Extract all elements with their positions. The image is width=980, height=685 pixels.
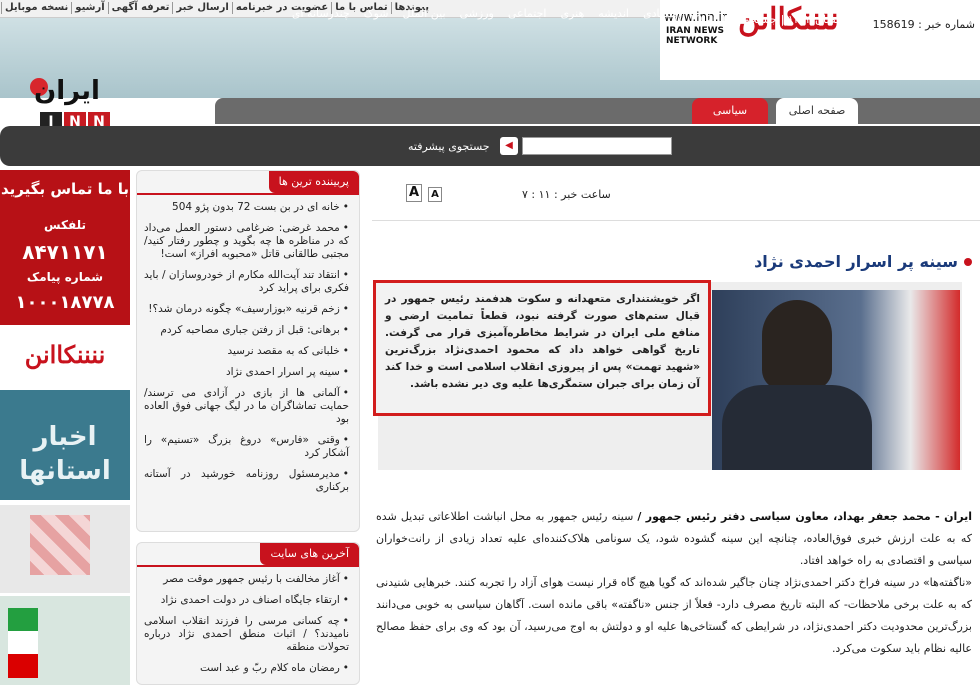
article-paragraph: ایران - محمد جعفر بهداد، معاون سیاسی دفت… [376, 506, 972, 572]
popular-news-item[interactable]: انتقاد تند آیت‌الله مکارم از خودروسازان … [144, 269, 349, 295]
popular-news-item[interactable]: مدیرمسئول روزنامه خورشید در آستانه برکنا… [144, 468, 349, 494]
popular-news-item[interactable]: سینه پر اسرار احمدی نژاد [144, 366, 349, 379]
popular-news-item[interactable]: خلبانی که به مقصد نرسید [144, 345, 349, 358]
nav-tab-international[interactable]: بین الملل [396, 7, 453, 20]
article-photo [712, 290, 960, 470]
date-search-bar [0, 126, 980, 166]
contact-ad[interactable]: با ما تماس بگیرید تلفکس ۸۴۷۱۱۷۱ شماره پی… [0, 170, 130, 325]
article-title: سینه پر اسرار احمدی نژاد [754, 252, 958, 271]
nav-tab-sports[interactable]: ورزشی [453, 7, 501, 20]
network-label: IRAN NEWS NETWORK [666, 26, 732, 46]
province-news-ad-top: ننننکاانن [0, 330, 130, 390]
article-body: ایران - محمد جعفر بهداد، معاون سیاسی دفت… [376, 506, 972, 660]
flag-ad[interactable] [0, 596, 130, 685]
font-decrease-button[interactable]: A [428, 187, 442, 202]
popular-news-box: پربیننده ترین ها خانه ای در بن بست 72 بد… [136, 170, 360, 532]
logo-iran-text[interactable]: ایران [34, 76, 100, 106]
sms-number: ۱۰۰۰۱۸۷۷۸ [15, 292, 115, 313]
top-link-mobile[interactable]: نسخه موبایل [0, 2, 71, 14]
latest-news-box: آخرین های سایت آغاز مخالفت با رئیس جمهور… [136, 542, 360, 685]
search-input[interactable] [522, 137, 672, 155]
network-line-1: IRAN NEWS [666, 26, 724, 36]
nav-tab-multimedia[interactable]: چندرسانه ای [285, 7, 357, 20]
latest-news-item[interactable]: آغاز مخالفت با رئیس جمهور موقت مصر [144, 573, 349, 586]
nav-tab-thought[interactable]: اندیشه [591, 7, 636, 20]
sms-label: شماره پیامک [26, 270, 104, 284]
article-paragraph: «ناگفته‌ها» در سینه فراخ دکتر احمدی‌نژاد… [376, 576, 972, 655]
nav-tab-social[interactable]: اجتماعی [501, 7, 554, 20]
font-increase-button[interactable]: A [406, 184, 422, 202]
latest-news-item[interactable]: چه کسانی مرسی را فرزند انقلاب اسلامی نام… [144, 615, 349, 654]
title-bullet-icon [964, 258, 972, 266]
top-link-archive[interactable]: آرشیو [71, 2, 107, 14]
nav-tab-art[interactable]: هنری [553, 7, 591, 20]
latest-news-item[interactable]: رمضان ماه کلام ربّ و عبد است [144, 662, 349, 675]
network-line-2: NETWORK [666, 36, 718, 46]
popular-news-item[interactable]: خانه ای در بن بست 72 بدون پژو 504 [144, 201, 349, 214]
top-link-ad-rates[interactable]: تعرفه آگهی [107, 2, 173, 14]
top-link-send-news[interactable]: ارسال خبر [172, 2, 231, 14]
article-lead-text: اگر خویشتنداری متعهدانه و سکوت هدفمند رئ… [385, 293, 700, 390]
province-ad-logo: ننننکاانن [24, 340, 106, 369]
nav-tab-politics[interactable]: سیاسی [692, 98, 768, 124]
iran-flag-image [8, 608, 38, 678]
meta-divider [372, 220, 980, 221]
main-nav [215, 98, 980, 124]
popular-news-item[interactable]: وقتی «فارس» دروغ بزرگ «تسنیم» را آشکار ک… [144, 434, 349, 460]
nav-tab-home[interactable]: صفحه اصلی [776, 98, 858, 124]
province-news-text: اخبار استانها [19, 422, 111, 486]
fax-label: تلفکس [44, 218, 86, 232]
search-arrow-icon[interactable]: ◀ [500, 137, 518, 155]
contact-ad-title: با ما تماس بگیرید [1, 180, 129, 198]
latest-news-title: آخرین های سایت [260, 543, 359, 565]
popular-news-title: پربیننده ترین ها [268, 171, 359, 193]
popular-news-item[interactable]: آلمانی ها از بازی در آزادی می ترسند/ حما… [144, 387, 349, 426]
advanced-search-link[interactable]: جستجوی پیشرفته [408, 140, 490, 153]
nav-items: اقتصادی اندیشه هنری اجتماعی ورزشی بین ال… [285, 0, 688, 26]
nav-tab-shock[interactable]: شوک [357, 7, 396, 20]
pixelated-ad-image [30, 515, 90, 575]
article-source: ایران - محمد جعفر بهداد، معاون سیاسی دفت… [637, 510, 972, 523]
news-time: ساعت خبر : ۱۱ : ۷ [522, 188, 611, 201]
photo-person-head [762, 300, 832, 390]
pixelated-ad[interactable] [0, 505, 130, 593]
article-lead-box: اگر خویشتنداری متعهدانه و سکوت هدفمند رئ… [373, 280, 711, 416]
fax-number: ۸۴۷۱۱۷۱ [22, 240, 108, 264]
popular-news-item[interactable]: محمد غرضی: ضرغامی دستور العمل می‌داد که … [144, 222, 349, 261]
photo-person-body [722, 385, 872, 470]
latest-news-item[interactable]: ارتقاء جایگاه اصناف در دولت احمدی نژاد [144, 594, 349, 607]
popular-news-item[interactable]: برهانی: قبل از رفتن جباری مصاحبه کردم [144, 324, 349, 337]
news-number: شماره خبر : 158619 [872, 18, 975, 31]
popular-news-item[interactable]: زخم قرنیه «بوزارسیف» چگونه درمان شد؟! [144, 303, 349, 316]
